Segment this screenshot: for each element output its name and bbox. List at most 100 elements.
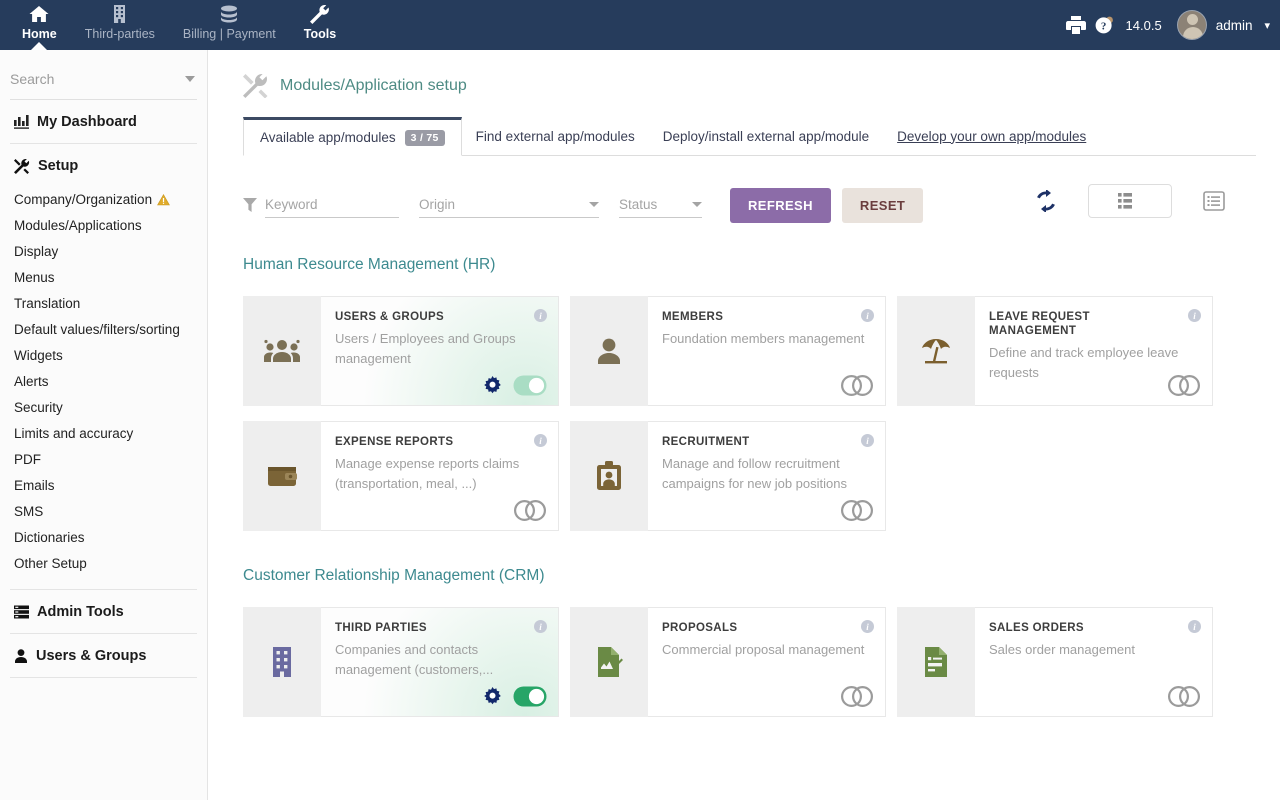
module-toggle[interactable] [840,686,874,707]
reset-button[interactable]: RESET [842,188,923,223]
sidebar-item-admin-tools[interactable]: Admin Tools [0,590,207,633]
module-toggle[interactable] [1167,686,1201,707]
sidebar-label-dictionaries: Dictionaries [14,530,85,546]
warning-icon [157,194,170,206]
gear-icon[interactable] [483,687,502,706]
info-icon[interactable]: i [534,620,547,633]
chevron-down-icon[interactable] [589,202,599,207]
sidebar-item-security[interactable]: Security [0,395,207,421]
module-description: Companies and contacts management (custo… [335,640,545,680]
info-icon[interactable]: i [1188,309,1201,322]
printer-icon[interactable] [1066,16,1086,34]
module-card-proposals[interactable]: PROPOSALS Commercial proposal management… [570,607,886,717]
help-icon[interactable]: ? [1095,16,1115,34]
tools-icon [14,159,30,174]
module-toggle[interactable] [513,500,547,521]
view-toolbar [1004,184,1256,218]
sidebar-item-setup[interactable]: Setup [0,144,207,187]
sidebar-item-company-organization[interactable]: Company/Organization [0,187,207,213]
info-icon[interactable]: i [861,620,874,633]
list-view-icon[interactable] [1172,184,1256,218]
module-card-third-parties[interactable]: THIRD PARTIES Companies and contacts man… [243,607,559,717]
info-icon[interactable]: i [534,434,547,447]
origin-filter[interactable] [419,192,599,218]
user-icon [14,649,28,663]
keyword-filter[interactable] [265,192,399,218]
sidebar-item-users-groups[interactable]: Users & Groups [0,634,207,677]
origin-select-display[interactable] [419,197,569,212]
module-card-leave-request-management[interactable]: LEAVE REQUEST MANAGEMENT Define and trac… [897,296,1213,406]
module-name: RECRUITMENT [662,435,872,449]
sidebar-item-emails[interactable]: Emails [0,473,207,499]
tab-label-deploy-install: Deploy/install external app/module [663,129,869,144]
info-icon[interactable]: i [861,434,874,447]
sidebar-item-widgets[interactable]: Widgets [0,343,207,369]
module-toggle[interactable] [513,686,547,707]
wrench-icon [310,4,330,24]
sidebar-item-other-setup[interactable]: Other Setup [0,551,207,577]
nav-item-tools[interactable]: Tools [290,0,350,50]
tab-available-app-modules[interactable]: Available app/modules 3 / 75 [243,117,462,156]
top-navigation-bar: Home Third-parties Billing | Payment Too… [0,0,1280,50]
module-card-recruitment[interactable]: RECRUITMENT Manage and follow recruitmen… [570,421,886,531]
grid-view-icon[interactable] [1088,184,1172,218]
main-content: Modules/Application setup Available app/… [209,50,1280,800]
status-filter[interactable] [619,192,702,218]
sidebar-item-sms[interactable]: SMS [0,499,207,525]
avatar[interactable] [1177,10,1207,40]
sidebar-item-translation[interactable]: Translation [0,291,207,317]
tab-develop-your-own[interactable]: Develop your own app/modules [883,117,1100,155]
nav-item-home[interactable]: Home [8,0,71,50]
module-card-actions [483,686,547,707]
nav-item-third-parties[interactable]: Third-parties [71,0,169,50]
status-select-display[interactable] [619,197,674,212]
info-icon[interactable]: i [534,309,547,322]
tab-find-external-app-modules[interactable]: Find external app/modules [462,117,649,155]
sidebar-item-limits-accuracy[interactable]: Limits and accuracy [0,421,207,447]
module-card-members[interactable]: MEMBERS Foundation members management i [570,296,886,406]
module-description: Foundation members management [662,329,872,349]
gear-icon[interactable] [483,376,502,395]
sidebar-item-dictionaries[interactable]: Dictionaries [0,525,207,551]
sidebar-item-modules-applications[interactable]: Modules/Applications [0,213,207,239]
sidebar-search[interactable] [10,58,197,100]
proposal-icon [570,607,648,717]
nav-item-billing-payment[interactable]: Billing | Payment [169,0,290,50]
chevron-down-icon[interactable] [185,76,195,82]
tab-label-find-external: Find external app/modules [476,129,635,144]
chevron-down-icon[interactable] [692,202,702,207]
card-row-hr-1: USERS & GROUPS Users / Employees and Gro… [243,296,1280,406]
sync-icon[interactable] [1004,184,1088,218]
person-icon [570,296,648,406]
nav-label-tools: Tools [304,27,336,41]
info-icon[interactable]: i [861,309,874,322]
sidebar-item-display[interactable]: Display [0,239,207,265]
page-title: Modules/Application setup [280,77,467,95]
keyword-input[interactable] [265,197,399,212]
sidebar-label-display: Display [14,244,58,260]
sidebar-item-my-dashboard[interactable]: My Dashboard [0,100,207,143]
nav-label-billing-payment: Billing | Payment [183,27,276,41]
sidebar-item-pdf[interactable]: PDF [0,447,207,473]
module-toggle[interactable] [1167,375,1201,396]
module-card-sales-orders[interactable]: SALES ORDERS Sales order management i [897,607,1213,717]
search-input[interactable] [10,71,170,87]
module-name: EXPENSE REPORTS [335,435,545,449]
module-toggle[interactable] [840,375,874,396]
module-toggle[interactable] [513,375,547,396]
available-count-badge: 3 / 75 [405,130,445,146]
refresh-button[interactable]: REFRESH [730,188,831,223]
info-icon[interactable]: i [1188,620,1201,633]
chevron-down-icon[interactable]: ▾ [1264,19,1270,32]
tab-deploy-install-external[interactable]: Deploy/install external app/module [649,117,883,155]
users-group-icon [243,296,321,406]
module-name: LEAVE REQUEST MANAGEMENT [989,310,1199,338]
module-toggle[interactable] [840,500,874,521]
tab-label-available: Available app/modules [260,130,396,145]
sidebar-item-menus[interactable]: Menus [0,265,207,291]
module-card-users-groups[interactable]: USERS & GROUPS Users / Employees and Gro… [243,296,559,406]
username-label[interactable]: admin [1216,18,1253,33]
sidebar-item-alerts[interactable]: Alerts [0,369,207,395]
sidebar-item-default-values[interactable]: Default values/filters/sorting [0,317,207,343]
module-card-expense-reports[interactable]: EXPENSE REPORTS Manage expense reports c… [243,421,559,531]
